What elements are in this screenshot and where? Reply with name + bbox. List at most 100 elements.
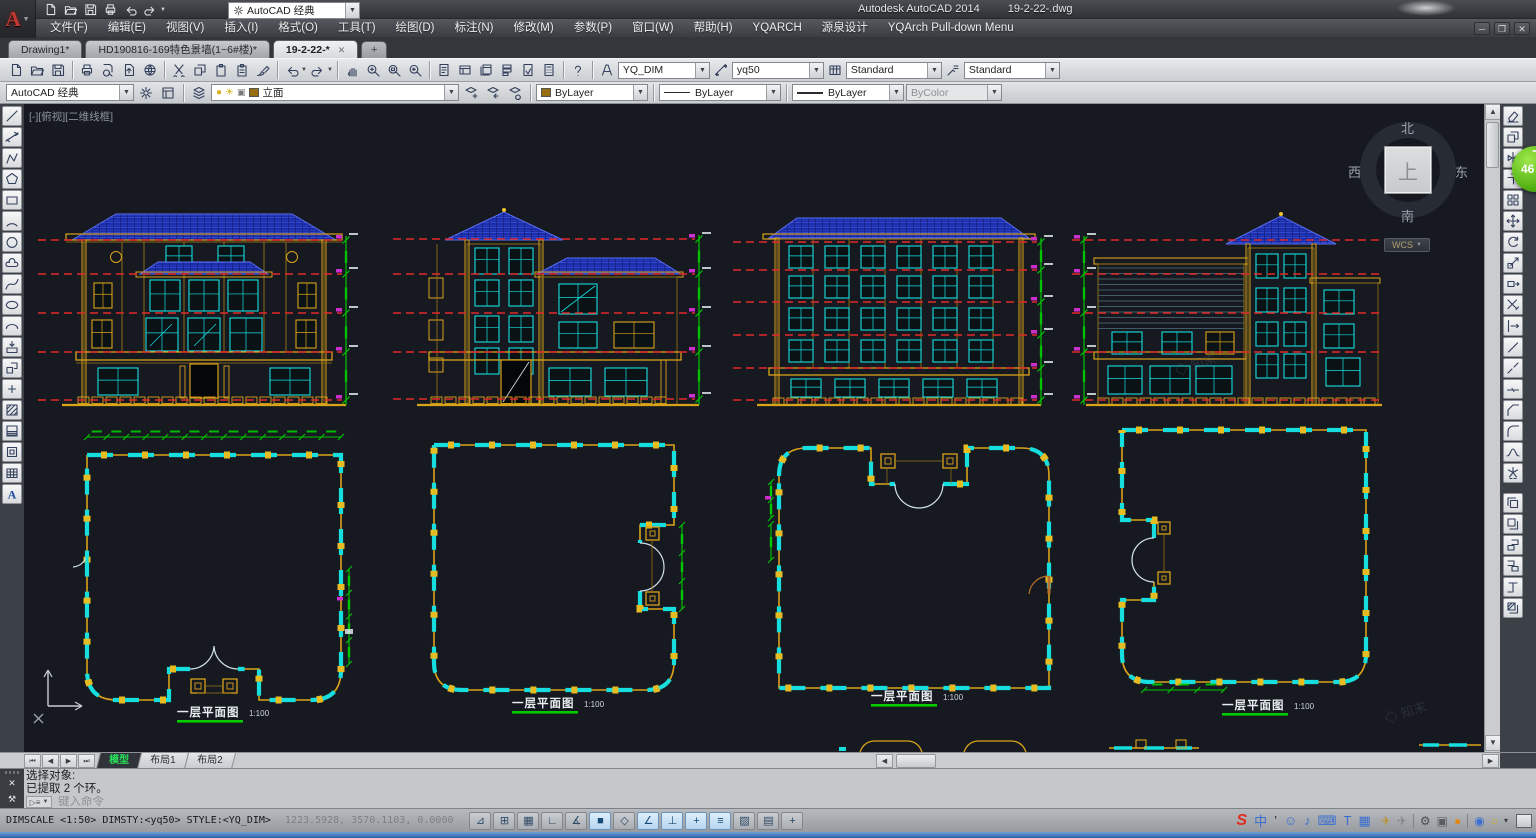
view-compass[interactable]: 北 南 西 东 上 xyxy=(1355,120,1465,232)
chinese-mode-icon[interactable]: 中 xyxy=(1254,811,1267,830)
toggle-lineweight[interactable]: ≡ xyxy=(709,812,731,830)
undo-button[interactable] xyxy=(122,2,139,17)
circle-button[interactable] xyxy=(2,232,22,252)
markup-set-manager-button[interactable] xyxy=(518,60,538,80)
close-button[interactable]: ✕ xyxy=(1514,22,1530,35)
application-menu-button[interactable]: A ▼ xyxy=(0,0,36,38)
line-button[interactable] xyxy=(2,106,22,126)
scroll-down-button[interactable]: ▼ xyxy=(1485,735,1501,751)
soft-keyboard-icon[interactable]: ⌨ xyxy=(1318,813,1337,829)
toggle-ortho[interactable]: ∟ xyxy=(541,812,563,830)
menu-14[interactable]: YQArch Pull-down Menu xyxy=(878,19,1024,37)
spline-button[interactable] xyxy=(2,274,22,294)
match-properties-button[interactable] xyxy=(253,60,273,80)
table-style-button[interactable] xyxy=(825,60,845,80)
tab-layout2[interactable]: 布局2 xyxy=(184,753,236,769)
minimize-button[interactable]: ─ xyxy=(1474,22,1490,35)
quick-calc-button[interactable] xyxy=(539,60,559,80)
linetype-combo[interactable]: ByLayer▼ xyxy=(659,84,781,101)
stretch-button[interactable] xyxy=(1503,274,1523,294)
layer-prev-button[interactable] xyxy=(483,83,503,103)
vertical-scrollbar[interactable]: ▲ ▼ xyxy=(1484,104,1500,752)
file-tab-0[interactable]: Drawing1* xyxy=(8,40,82,58)
cad-drawing[interactable]: 一层平面图 1:100 一层平面图 1:100 一层平面图 1:100 一层平面… xyxy=(24,104,1484,752)
close-icon[interactable]: ✕ xyxy=(338,45,346,55)
chevron-down-icon[interactable]: ▼ xyxy=(301,67,307,73)
qat-dropdown[interactable]: ▼ xyxy=(160,7,166,13)
compass-north[interactable]: 北 xyxy=(1401,118,1414,137)
menu-4[interactable]: 格式(O) xyxy=(268,19,328,37)
dim-style-button[interactable] xyxy=(711,60,731,80)
hatch-button[interactable] xyxy=(2,400,22,420)
fillet-button[interactable] xyxy=(1503,421,1523,441)
lock-ui-icon[interactable]: ▣ xyxy=(1437,814,1448,828)
hscroll-right-button[interactable]: ▶ xyxy=(1482,754,1499,768)
toggle-selection-cycling[interactable]: + xyxy=(781,812,803,830)
menu-13[interactable]: 源泉设计 xyxy=(812,19,878,37)
join-button[interactable] xyxy=(1503,379,1523,399)
toggle-quick-properties[interactable]: ▤ xyxy=(757,812,779,830)
plot-button[interactable] xyxy=(102,2,119,17)
toggle-infer-constraints[interactable]: ⊿ xyxy=(469,812,491,830)
scale-button[interactable] xyxy=(1503,253,1523,273)
explode-button[interactable] xyxy=(1503,463,1523,483)
new-button[interactable] xyxy=(42,2,59,17)
toggle-dynamic-ucs[interactable]: ⊥ xyxy=(661,812,683,830)
cut-button[interactable] xyxy=(169,60,189,80)
performance-icon[interactable]: ● xyxy=(1454,814,1461,828)
layout-nav-2[interactable]: ▶ xyxy=(60,754,77,768)
menu-12[interactable]: YQARCH xyxy=(743,19,812,37)
punctuation-icon[interactable]: ’ xyxy=(1274,813,1277,828)
lineweight-combo[interactable]: ByLayer▼ xyxy=(792,84,904,101)
compass-west[interactable]: 西 xyxy=(1348,162,1361,181)
plot-preview-button[interactable] xyxy=(98,60,118,80)
extend-button[interactable] xyxy=(1503,316,1523,336)
viewcube-top-face[interactable]: 上 xyxy=(1384,146,1432,194)
region-button[interactable] xyxy=(2,442,22,462)
copy-clip-button[interactable] xyxy=(190,60,210,80)
workspace-combo-titlebar[interactable]: AutoCAD 经典 ▼ xyxy=(228,2,360,19)
polyline-button[interactable] xyxy=(2,148,22,168)
table-style-combo[interactable]: Standard▼ xyxy=(846,62,942,79)
design-feed-icon[interactable]: ✈ xyxy=(1381,814,1391,828)
blend-curves-button[interactable] xyxy=(1503,442,1523,462)
break-at-point-button[interactable] xyxy=(1503,337,1523,357)
sogou-logo[interactable]: S xyxy=(1236,812,1247,830)
layer-properties-button[interactable] xyxy=(189,83,209,103)
viewport-controls-label[interactable]: [-][俯视][二维线框] xyxy=(29,109,113,124)
chevron-down-icon[interactable]: ▼ xyxy=(345,3,359,18)
multiline-text-button[interactable]: A xyxy=(2,484,22,504)
copy-button[interactable] xyxy=(1503,127,1523,147)
redo-button[interactable] xyxy=(308,60,328,80)
workspace-combo[interactable]: AutoCAD 经典▼ xyxy=(6,84,134,101)
rectangle-button[interactable] xyxy=(2,190,22,210)
close-icon[interactable]: ✕ xyxy=(5,777,20,790)
wcs-selector[interactable]: WCS ▼ xyxy=(1384,238,1430,252)
toggle-osnap[interactable]: ■ xyxy=(589,812,611,830)
emoticon-icon[interactable]: ☺ xyxy=(1284,813,1297,828)
bring-above-button[interactable] xyxy=(1503,535,1523,555)
sheet-set-manager-button[interactable] xyxy=(497,60,517,80)
tab-model[interactable]: 模型 xyxy=(96,753,142,769)
hatch-to-back-button[interactable] xyxy=(1503,598,1523,618)
sun-icon[interactable]: ☀ xyxy=(225,87,234,98)
layout-nav-3[interactable]: ⏭ xyxy=(78,754,95,768)
gradient-button[interactable] xyxy=(2,421,22,441)
point-button[interactable] xyxy=(2,379,22,399)
command-input[interactable] xyxy=(58,796,358,808)
revision-cloud-button[interactable] xyxy=(2,253,22,273)
menu-7[interactable]: 标注(N) xyxy=(445,19,504,37)
layout-nav-0[interactable]: ⏮ xyxy=(24,754,41,768)
lock-icon[interactable]: ▣ xyxy=(237,87,246,98)
mleader-style-combo[interactable]: Standard▼ xyxy=(964,62,1060,79)
compass-south[interactable]: 南 xyxy=(1401,206,1414,225)
layer-iso-button[interactable] xyxy=(505,83,525,103)
dock-grip[interactable] xyxy=(5,771,19,774)
arc-button[interactable] xyxy=(2,211,22,231)
open-button[interactable] xyxy=(62,2,79,17)
text-style-button[interactable] xyxy=(597,60,617,80)
trim-button[interactable] xyxy=(1503,295,1523,315)
menu-5[interactable]: 工具(T) xyxy=(328,19,386,37)
text-style-combo[interactable]: YQ_DIM▼ xyxy=(618,62,710,79)
new-tab-button[interactable]: + xyxy=(361,41,387,58)
